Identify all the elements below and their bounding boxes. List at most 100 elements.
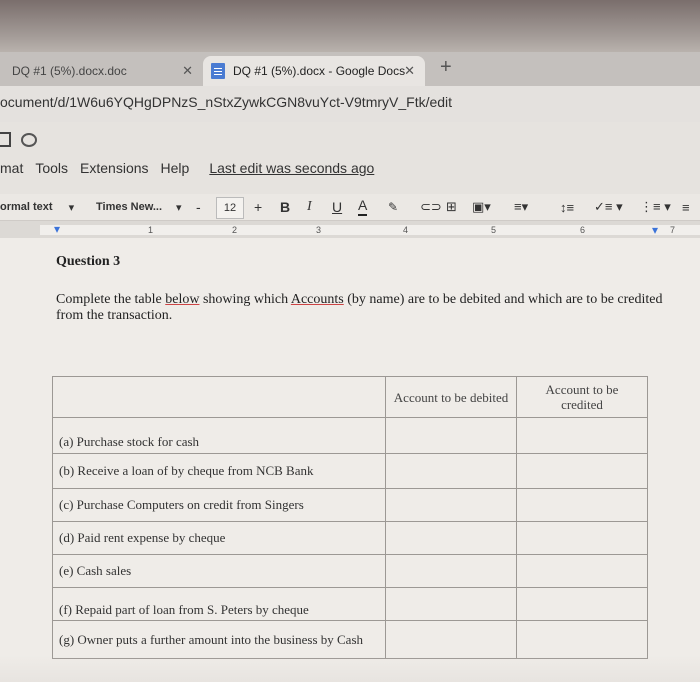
align-left-icon: ≡▾: [514, 199, 529, 214]
underline-button[interactable]: U: [332, 194, 342, 220]
google-docs-icon: [211, 63, 225, 79]
instruction-text-underlined: Accounts: [290, 292, 344, 307]
menu-extensions[interactable]: Extensions: [80, 160, 148, 176]
bold-icon: B: [280, 199, 291, 215]
address-bar[interactable]: ocument/d/1W6u6YQHgDPNzS_nStxZywkCGN8vuY…: [0, 86, 700, 123]
ruler[interactable]: ▾ 1 2 3 4 5 6 ▾ 7: [0, 220, 700, 240]
transaction-cell[interactable]: (c) Purchase Computers on credit from Si…: [52, 488, 386, 522]
table-row: (f) Repaid part of loan from S. Peters b…: [52, 587, 648, 621]
menu-help[interactable]: Help: [161, 160, 190, 176]
debit-cell[interactable]: [385, 554, 517, 588]
ruler-indent-icon[interactable]: ▾: [652, 223, 658, 237]
text-color-button[interactable]: A: [358, 196, 368, 216]
table-header-cell[interactable]: [52, 376, 386, 418]
debit-cell[interactable]: [385, 521, 517, 555]
browser-tab-google-docs[interactable]: DQ #1 (5%).docx - Google Docs ✕: [203, 56, 425, 86]
font-select[interactable]: Times New... ▾: [96, 194, 182, 220]
debit-cell[interactable]: [385, 620, 517, 659]
question-title: Question 3: [56, 254, 121, 269]
align-button[interactable]: ≡▾: [514, 194, 528, 220]
increase-font-button[interactable]: +: [254, 194, 262, 220]
menu-bar: mat Tools Extensions Help Last edit was …: [0, 160, 386, 176]
browser-tab-bar: DQ #1 (5%).docx.doc ✕ DQ #1 (5%).docx - …: [0, 52, 700, 86]
italic-icon: I: [307, 199, 312, 214]
debit-cell[interactable]: [385, 488, 517, 522]
cloud-status-icon[interactable]: [21, 132, 37, 147]
checklist-icon: ✓≡ ▾: [594, 199, 623, 214]
image-icon: ▣▾: [472, 199, 491, 214]
folder-icon[interactable]: [0, 132, 11, 147]
tab-title: DQ #1 (5%).docx - Google Docs: [233, 64, 406, 78]
table-row: (e) Cash sales: [52, 554, 648, 588]
bold-button[interactable]: B: [280, 194, 290, 220]
table-header-debited[interactable]: Account to be debited: [385, 376, 517, 418]
new-tab-button[interactable]: +: [440, 56, 452, 79]
debit-cell[interactable]: [385, 453, 517, 489]
question-instruction: Complete the table below showing which A…: [56, 292, 666, 324]
transaction-cell[interactable]: (a) Purchase stock for cash: [52, 417, 386, 454]
table-row: (g) Owner puts a further amount into the…: [52, 620, 648, 659]
font-value: Times New...: [96, 201, 163, 213]
ruler-track: [40, 225, 700, 235]
style-value: ormal text: [0, 201, 53, 213]
highlighter-icon: ✎: [388, 200, 399, 214]
minus-icon: -: [196, 199, 201, 215]
ruler-number: 2: [232, 225, 238, 235]
ruler-number: 4: [403, 225, 409, 235]
plus-icon: +: [254, 199, 263, 215]
insert-link-button[interactable]: ⊂⊃: [420, 194, 442, 220]
insert-comment-button[interactable]: ⊞: [446, 194, 457, 220]
transaction-cell[interactable]: (e) Cash sales: [52, 554, 386, 588]
italic-button[interactable]: I: [307, 194, 312, 220]
checklist-button[interactable]: ✓≡ ▾: [594, 194, 623, 220]
text-color-icon: A: [358, 197, 368, 213]
last-edit-link[interactable]: Last edit was seconds ago: [209, 160, 374, 176]
close-icon[interactable]: ✕: [404, 63, 415, 79]
ruler-number: 1: [148, 225, 154, 235]
tab-title: DQ #1 (5%).docx.doc: [12, 64, 127, 78]
ruler-indent-icon[interactable]: ▾: [54, 222, 60, 236]
accounts-table: Account to be debited Account to be cred…: [52, 376, 648, 659]
transaction-cell[interactable]: (g) Owner puts a further amount into the…: [52, 620, 386, 659]
highlight-button[interactable]: ✎: [388, 194, 398, 220]
credit-cell[interactable]: [516, 587, 648, 621]
chevron-down-icon: ▾: [68, 201, 75, 214]
font-size-input[interactable]: 12: [216, 197, 244, 219]
credit-cell[interactable]: [516, 488, 648, 522]
table-row: (c) Purchase Computers on credit from Si…: [52, 488, 648, 522]
credit-cell[interactable]: [516, 521, 648, 555]
font-size-value: 12: [223, 202, 237, 214]
bulleted-list-icon: ⋮≡ ▾: [640, 199, 671, 214]
numbered-list-button[interactable]: ≡: [682, 194, 690, 220]
transaction-cell[interactable]: (b) Receive a loan of by cheque from NCB…: [52, 453, 386, 489]
table-header-credited[interactable]: Account to be credited: [516, 376, 648, 418]
ruler-number: 3: [316, 225, 322, 235]
close-icon[interactable]: ✕: [182, 63, 193, 79]
chevron-down-icon: ▾: [176, 201, 182, 214]
browser-tab-docx[interactable]: DQ #1 (5%).docx.doc ✕: [0, 56, 203, 86]
credit-cell[interactable]: [516, 554, 648, 588]
insert-image-button[interactable]: ▣▾: [472, 194, 491, 220]
docs-header: mat Tools Extensions Help Last edit was …: [0, 122, 700, 194]
credit-cell[interactable]: [516, 417, 648, 454]
instruction-text: showing which: [199, 292, 291, 307]
debit-cell[interactable]: [385, 587, 517, 621]
menu-tools[interactable]: Tools: [35, 160, 68, 176]
credit-cell[interactable]: [516, 620, 648, 659]
table-row: (b) Receive a loan of by cheque from NCB…: [52, 453, 648, 489]
instruction-text: Complete the table: [56, 292, 166, 307]
instruction-text-underlined: below: [165, 292, 200, 307]
table-row: (a) Purchase stock for cash: [52, 417, 648, 454]
line-spacing-button[interactable]: ↕≡: [560, 194, 574, 220]
link-icon: ⊂⊃: [420, 199, 442, 214]
transaction-cell[interactable]: (d) Paid rent expense by cheque: [52, 521, 386, 555]
style-select[interactable]: ormal text ▾: [0, 194, 74, 220]
credit-cell[interactable]: [516, 453, 648, 489]
menu-format[interactable]: mat: [0, 160, 23, 176]
bulleted-list-button[interactable]: ⋮≡ ▾: [640, 194, 671, 220]
decrease-font-button[interactable]: -: [196, 194, 201, 220]
transaction-cell[interactable]: (f) Repaid part of loan from S. Peters b…: [52, 587, 386, 621]
comment-icon: ⊞: [446, 199, 457, 214]
url-text: ocument/d/1W6u6YQHgDPNzS_nStxZywkCGN8vuY…: [0, 94, 453, 110]
debit-cell[interactable]: [385, 417, 517, 454]
